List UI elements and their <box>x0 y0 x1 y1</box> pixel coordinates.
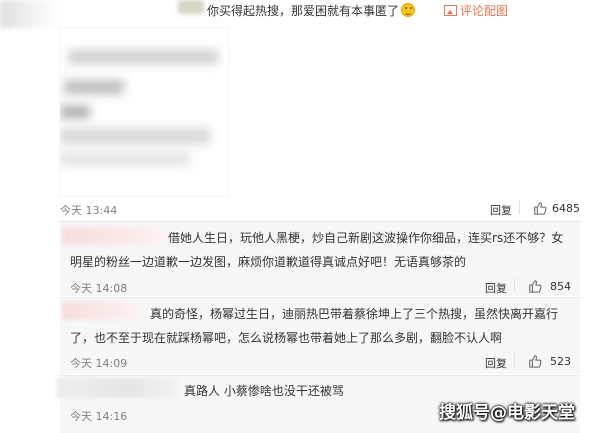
blurred-username <box>62 302 138 320</box>
blurred-avatar <box>0 0 60 28</box>
blurred-username <box>62 227 164 245</box>
image-link[interactable]: 评论配图 <box>444 2 508 19</box>
blurred-username <box>56 378 176 398</box>
like-count: 523 <box>550 355 571 368</box>
top-reply-content: 你买得起热搜，那爱困就有本事匿了 <box>207 4 400 18</box>
grin-emoji-icon <box>401 3 416 17</box>
watermark: 搜狐号@电影天堂 <box>439 403 575 423</box>
divider <box>514 353 515 367</box>
comment-time: 今天 14:16 <box>70 410 128 423</box>
thumbs-up-icon[interactable] <box>528 354 542 368</box>
comment-time: 今天 14:09 <box>70 357 128 370</box>
blurred-username <box>178 0 204 14</box>
thumbs-up-icon[interactable] <box>528 279 542 293</box>
image-link-label: 评论配图 <box>460 4 509 18</box>
comment-time: 今天 14:08 <box>70 282 128 295</box>
image-icon <box>444 5 457 16</box>
reply-button[interactable]: 回复 <box>490 202 512 218</box>
comment-time: 今天 13:44 <box>60 204 118 217</box>
like-count: 854 <box>550 280 571 293</box>
comment-image[interactable] <box>60 28 228 196</box>
reply-button[interactable]: 回复 <box>485 355 507 371</box>
thumbs-up-icon[interactable] <box>533 201 547 215</box>
reply-button[interactable]: 回复 <box>485 280 507 296</box>
divider <box>514 278 515 292</box>
divider <box>519 200 520 214</box>
top-reply-text: 你买得起热搜，那爱困就有本事匿了 <box>207 2 416 19</box>
sub-comment-text: 了，也不至于现在就踩杨幂吧，怎么说杨幂也带着她上了那么多剧，翻脸不认人啊 <box>70 331 503 345</box>
sub-comment-text: 真的奇怪，杨幂过生日，迪丽热巴带着蔡徐坤上了三个热搜，虽然快离开嘉行 <box>150 307 559 321</box>
sub-comment-text: 借她人生日，玩他人黑梗，炒自己新剧这波操作你细品，连买rs还不够？女 <box>168 231 564 245</box>
sub-comment-text: 明星的粉丝一边道歉一边发图，麻烦你道歉道得真诚点好吧！无语真够茶的 <box>70 255 467 269</box>
sub-comment-text: 真路人 小蔡惨啥也没干还被骂 <box>184 384 344 398</box>
like-count: 6485 <box>552 202 580 215</box>
